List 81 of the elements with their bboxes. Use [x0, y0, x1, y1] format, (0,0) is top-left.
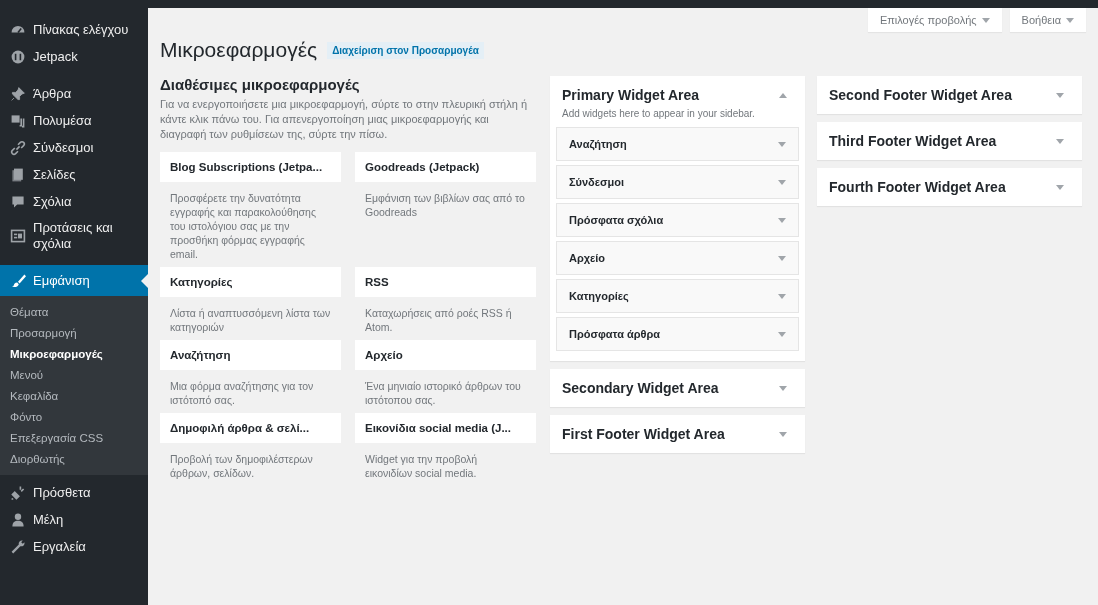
widget-area-title[interactable]: Second Footer Widget Area: [829, 87, 1012, 103]
manage-in-customizer-link[interactable]: Διαχείριση στον Προσαρμογέα: [327, 41, 484, 59]
caret-icon[interactable]: [1056, 138, 1064, 144]
submenu-item[interactable]: Μενού: [0, 364, 148, 385]
widget-title-bar[interactable]: Αναζήτηση: [160, 340, 341, 370]
section-heading: Διαθέσιμες μικροεφαρμογές: [160, 76, 361, 93]
caret-icon[interactable]: [779, 431, 787, 437]
widget-area-title[interactable]: Primary Widget Area: [562, 87, 700, 103]
submenu-item[interactable]: Κεφαλίδα: [0, 385, 148, 406]
caret-icon[interactable]: [1056, 92, 1064, 98]
menu-item[interactable]: Jetpack: [0, 43, 148, 70]
menu-item[interactable]: Πρόσθετα: [0, 479, 148, 506]
menu-item[interactable]: Προτάσεις και σχόλια: [0, 215, 148, 257]
widget-description: Προβολή των δημοφιλέστερων άρθρων, σελίδων.: [169, 452, 314, 481]
menu-item[interactable]: Σχόλια: [0, 188, 148, 215]
menu-item[interactable]: Πολυμέσα: [0, 107, 148, 134]
widget-title-bar[interactable]: Blog Subscriptions (Jetpa...: [160, 152, 341, 182]
caret-icon[interactable]: [778, 255, 786, 261]
widget-title-bar[interactable]: Πρόσφατα άρθρα: [569, 328, 661, 340]
menu-item[interactable]: Πίνακας ελέγχου: [0, 16, 148, 43]
menu-item[interactable]: Σύνδεσμοι: [0, 134, 148, 161]
active-pointer-icon: [141, 273, 148, 288]
circle-icon: [10, 48, 26, 65]
caret-icon[interactable]: [778, 331, 786, 337]
widget-description: Λίστα ή αναπτυσσόμενη λίστα των κατηγοριών: [169, 306, 332, 335]
menu-item[interactable]: Εργαλεία: [0, 533, 148, 560]
widget-title-bar[interactable]: Κατηγορίες: [160, 267, 341, 297]
widget-area-title[interactable]: Third Footer Widget Area: [829, 133, 997, 149]
widget-title-bar[interactable]: Εικονίδια social media (J...: [355, 413, 536, 443]
caret-icon[interactable]: [1066, 17, 1074, 23]
menu-item[interactable]: Σελίδες: [0, 161, 148, 188]
link-icon: [10, 139, 26, 156]
widget-description: Ένα μηνιαίο ιστορικό άρθρων του ιστότοπου σας.: [364, 379, 522, 408]
widget-title-bar[interactable]: RSS: [355, 267, 536, 297]
tab-toggle-button[interactable]: Βοήθεια: [1009, 8, 1086, 32]
menu-item[interactable]: Άρθρα: [0, 80, 148, 107]
widget-description: Προσφέρετε την δυνατότητα εγγραφής και παρακολούθησης του ιστολόγιου σας με την προσθήκη φόρμας εγγραφής email.: [169, 191, 317, 262]
caret-icon[interactable]: [778, 179, 786, 185]
widget-title-bar[interactable]: Αρχείο: [355, 340, 536, 370]
widget-description: Εμφάνιση των βιβλίων σας από το Goodreads: [364, 191, 526, 220]
widget-title-bar[interactable]: Κατηγορίες: [569, 290, 629, 302]
widget-description: Widget για την προβολή εικονιδίων social media.: [364, 452, 479, 481]
widget-title-bar[interactable]: Goodreads (Jetpack): [355, 152, 536, 182]
page-title: Μικροεφαρμογές: [160, 38, 318, 62]
paintbrush-icon: [10, 272, 26, 289]
media-icon: [10, 112, 26, 129]
widget-area-title[interactable]: First Footer Widget Area: [562, 426, 725, 442]
widget-area-description: Add widgets here to appear in your sidebar.: [562, 108, 756, 119]
widget-title-bar[interactable]: Δημοφιλή άρθρα & σελί...: [160, 413, 341, 443]
widget-title-bar[interactable]: Αναζήτηση: [569, 138, 627, 150]
submenu-item[interactable]: Επεξεργασία CSS: [0, 427, 148, 448]
menu-item[interactable]: Εμφάνιση: [0, 265, 148, 296]
widget-description: Μια φόρμα αναζήτησης για τον ιστότοπό σας.: [169, 379, 315, 408]
user-icon: [10, 511, 26, 528]
caret-icon[interactable]: [778, 141, 786, 147]
form-icon: [10, 228, 26, 244]
widget-title-bar[interactable]: Σύνδεσμοι: [569, 176, 625, 188]
pages-icon: [10, 166, 26, 183]
menu-item[interactable]: Μέλη: [0, 506, 148, 533]
widget-area-title[interactable]: Secondary Widget Area: [562, 380, 719, 396]
widget-title-bar[interactable]: Αρχείο: [569, 252, 606, 264]
submenu-item[interactable]: Θέματα: [0, 301, 148, 322]
widget-description: Καταχωρήσεις από ροές RSS ή Atom.: [364, 306, 513, 335]
widget-title-bar[interactable]: Πρόσφατα σχόλια: [569, 214, 664, 226]
tab-toggle-button[interactable]: Επιλογές προβολής: [867, 8, 1002, 32]
submenu-item[interactable]: Μικροεφαρμογές: [0, 343, 148, 364]
submenu-item[interactable]: Φόντο: [0, 406, 148, 427]
submenu-item[interactable]: Προσαρμογή: [0, 322, 148, 343]
caret-icon[interactable]: [779, 92, 787, 98]
caret-icon[interactable]: [778, 217, 786, 223]
plug-icon: [10, 484, 26, 501]
caret-icon[interactable]: [981, 17, 990, 23]
comment-icon: [10, 193, 26, 210]
section-description: Για να ενεργοποιήσετε μια μικροεφαρμογή, σύρτε το στην πλευρική στήλη ή κάντε κλικ πάνω του. Για απενεργοποίηση μιας μικροεφαρμογής και διαγραφή των ρυθμίσεων της, σύρτε την πίσω.: [160, 97, 528, 142]
wrench-icon: [10, 538, 26, 555]
widget-area-title[interactable]: Fourth Footer Widget Area: [829, 179, 1006, 195]
caret-icon[interactable]: [779, 385, 787, 391]
caret-icon[interactable]: [1056, 184, 1064, 190]
submenu-item[interactable]: Διορθωτής: [0, 448, 148, 469]
caret-icon[interactable]: [778, 293, 786, 299]
pushpin-icon: [10, 85, 26, 102]
